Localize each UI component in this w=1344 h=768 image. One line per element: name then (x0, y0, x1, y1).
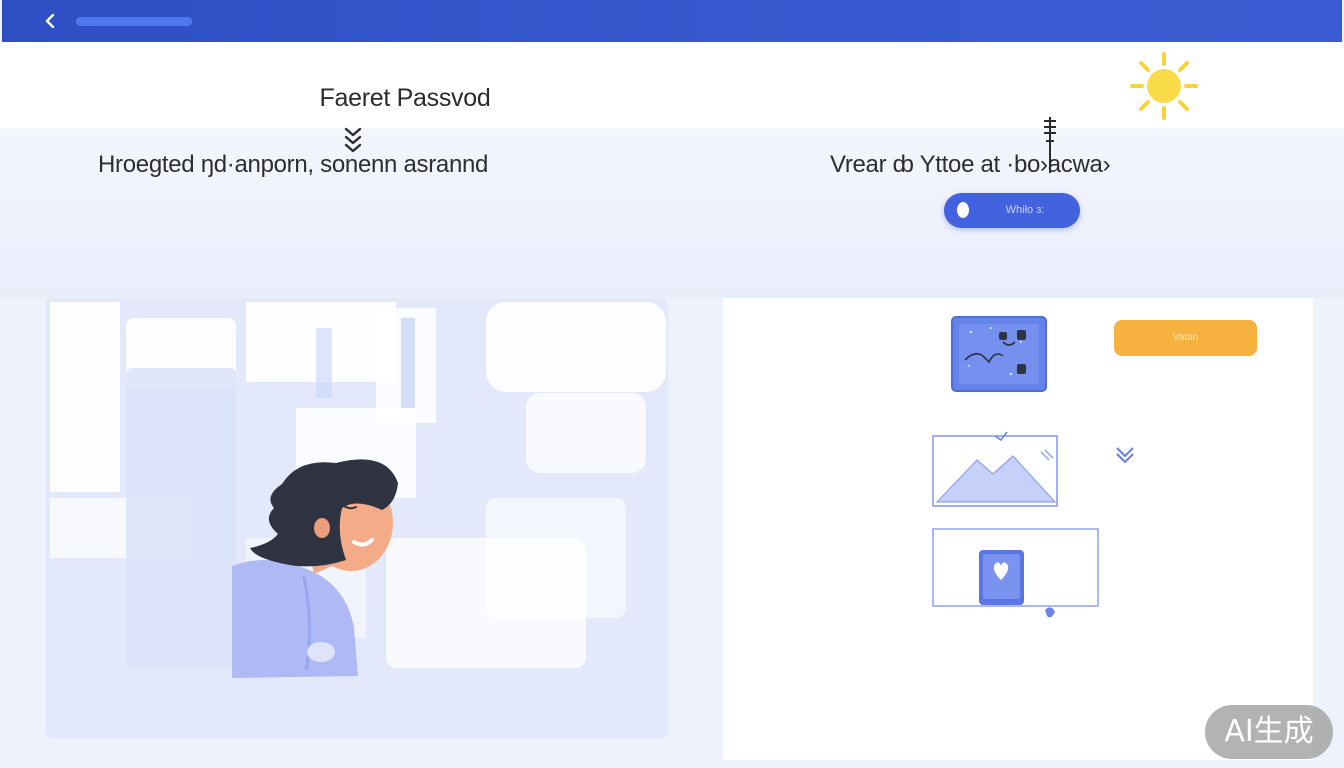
arrow-down-icon (1116, 447, 1134, 464)
back-button[interactable] (40, 11, 60, 31)
right-subtitle: Vrear ȸ Yttoe at ·bo›acwa› (830, 151, 1111, 178)
primary-button-label: Whiło ɜ: (1005, 204, 1045, 216)
sun-icon (1130, 52, 1198, 120)
left-subtitle: Hroegted ŋd·anporn, sonenn asrannd (98, 151, 489, 178)
progress-bar (76, 17, 192, 26)
secondary-button[interactable]: Vatan (1114, 320, 1257, 356)
content-panel: Vatan (723, 298, 1313, 760)
heart-card-icon (932, 528, 1099, 618)
page-title: Faeret Passvod (319, 84, 491, 112)
progress-fill (76, 17, 192, 26)
person-at-desk-illustration (46, 298, 668, 738)
illustration-panel (46, 298, 668, 738)
secondary-button-label: Vatan (1172, 332, 1199, 343)
landscape-image-icon (932, 431, 1058, 507)
chevron-left-icon (45, 14, 55, 28)
primary-pill-button[interactable]: Whiło ɜ: (944, 193, 1080, 228)
ai-generated-badge: AI生成 (1205, 705, 1333, 759)
photo-card-icon (951, 316, 1047, 392)
toggle-dot-icon (957, 202, 969, 218)
top-bar (2, 0, 1342, 42)
